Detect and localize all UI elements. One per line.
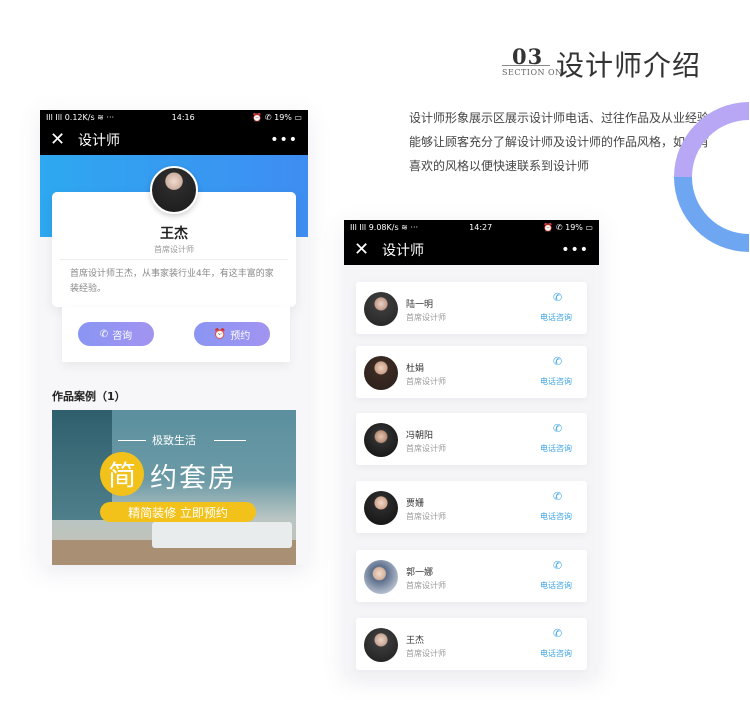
consult-label: 咨询 (112, 330, 133, 342)
list-item[interactable]: 贾姗 首席设计师 ✆ 电话咨询 (356, 481, 587, 533)
more-icon[interactable]: ••• (561, 242, 589, 258)
list-item[interactable]: 郭一娜 首席设计师 ✆ 电话咨询 (356, 550, 587, 602)
designer-name: 杜娟 (406, 364, 425, 374)
divider (60, 259, 288, 260)
banner-line-left (118, 440, 146, 441)
banner-tag: 精简装修 立即预约 (100, 502, 256, 522)
designer-bio: 首席设计师王杰，从事家装行业4年，有这丰富的家装经验。 (70, 269, 274, 294)
call-link[interactable]: 电话咨询 (540, 511, 572, 522)
status-signal: Ill Ill 0.12K/s ≋ ··· (46, 113, 115, 122)
phone-icon[interactable]: ✆ (553, 423, 562, 434)
book-button[interactable]: ⏰ 预约 (194, 322, 270, 346)
designer-role: 首席设计师 (406, 649, 446, 658)
page: 03 SECTION ON 设计师介绍 设计师形象展示区展示设计师电话、过往作品… (0, 0, 750, 717)
designer-name: 冯朝阳 (406, 431, 434, 441)
banner-main-text: 约套房 (150, 463, 237, 494)
list-item[interactable]: 冯朝阳 首席设计师 ✆ 电话咨询 (356, 413, 587, 465)
status-time: 14:16 (171, 113, 195, 122)
avatar (364, 423, 398, 457)
avatar (364, 628, 398, 662)
list-item[interactable]: 陆一明 首席设计师 ✆ 电话咨询 (356, 282, 587, 334)
designer-list-phone: Ill Ill 9.08K/s ≋ ··· 14:27 ⏰ ✆ 19% ▭ ✕ … (344, 220, 599, 675)
call-link[interactable]: 电话咨询 (540, 580, 572, 591)
book-label: 预约 (230, 330, 251, 342)
call-link[interactable]: 电话咨询 (540, 443, 572, 454)
avatar (364, 491, 398, 525)
section-subtitle: SECTION ON (502, 68, 563, 77)
phone-icon[interactable]: ✆ (553, 560, 562, 571)
designer-name: 陆一明 (406, 300, 434, 310)
call-link[interactable]: 电话咨询 (540, 376, 572, 387)
more-icon[interactable]: ••• (270, 132, 298, 148)
banner-highlight-char: 简 (100, 452, 144, 496)
status-battery: ⏰ ✆ 19% ▭ (252, 113, 302, 122)
works-banner[interactable]: 极致生活 简 约套房 精简装修 立即预约 (52, 410, 296, 565)
designer-role: 首席设计师 (406, 377, 446, 386)
banner-sofa (152, 522, 292, 548)
status-time: 14:27 (469, 223, 493, 232)
phone-icon[interactable]: ✆ (553, 356, 562, 367)
avatar (150, 166, 198, 214)
phone-icon[interactable]: ✆ (553, 292, 562, 303)
designer-name: 郭一娜 (406, 568, 434, 578)
clock-icon: ⏰ (213, 328, 227, 340)
title-bar: ✕ 设计师 ••• (40, 125, 308, 155)
designer-name: 王杰 (160, 226, 188, 242)
call-link[interactable]: 电话咨询 (540, 648, 572, 659)
designer-role: 首席设计师 (406, 581, 446, 590)
list-item[interactable]: 王杰 首席设计师 ✆ 电话咨询 (356, 618, 587, 670)
phone-icon[interactable]: ✆ (553, 628, 562, 639)
banner-subtitle: 极致生活 (152, 434, 196, 447)
list-item[interactable]: 杜娟 首席设计师 ✆ 电话咨询 (356, 346, 587, 398)
section-title: 设计师介绍 (556, 49, 702, 82)
status-bar: Ill Ill 9.08K/s ≋ ··· 14:27 ⏰ ✆ 19% ▭ (344, 220, 599, 235)
status-bar: Ill Ill 0.12K/s ≋ ··· 14:16 ⏰ ✆ 19% ▭ (40, 110, 308, 125)
works-title: 作品案例（1） (52, 390, 126, 403)
title-bar: ✕ 设计师 ••• (344, 235, 599, 265)
avatar (364, 560, 398, 594)
designer-role: 首席设计师 (406, 512, 446, 521)
designer-role: 首席设计师 (406, 313, 446, 322)
close-icon[interactable]: ✕ (354, 241, 376, 259)
banner-line-right (214, 440, 246, 441)
consult-button[interactable]: ✆ 咨询 (78, 322, 154, 346)
avatar (364, 292, 398, 326)
phone-icon[interactable]: ✆ (553, 491, 562, 502)
section-divider (502, 65, 550, 66)
status-signal: Ill Ill 9.08K/s ≋ ··· (350, 223, 419, 232)
status-battery: ⏰ ✆ 19% ▭ (543, 223, 593, 232)
designer-name: 贾姗 (406, 499, 425, 509)
close-icon[interactable]: ✕ (50, 131, 72, 149)
phone-icon: ✆ (99, 328, 109, 340)
call-link[interactable]: 电话咨询 (540, 312, 572, 323)
section-description: 设计师形象展示区展示设计师电话、过往作品及从业经验能够让顾客充分了解设计师及设计… (409, 111, 710, 173)
designer-detail-phone: Ill Ill 0.12K/s ≋ ··· 14:16 ⏰ ✆ 19% ▭ ✕ … (40, 110, 308, 565)
designer-role: 首席设计师 (406, 444, 446, 453)
page-title: 设计师 (382, 243, 424, 259)
designer-role: 首席设计师 (154, 245, 194, 254)
page-title: 设计师 (78, 133, 120, 149)
designer-name: 王杰 (406, 636, 425, 646)
avatar (364, 356, 398, 390)
